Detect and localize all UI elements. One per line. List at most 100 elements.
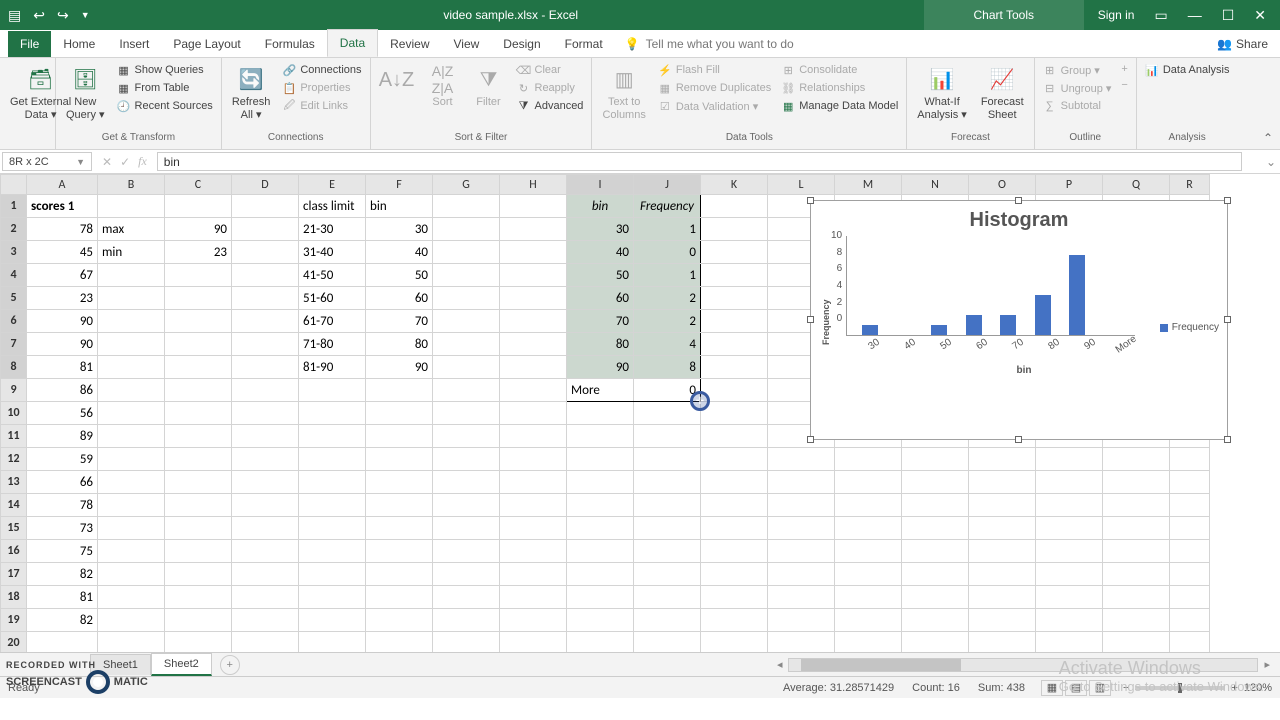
cell-I4[interactable]: 50	[567, 264, 634, 287]
cell-K9[interactable]	[701, 379, 768, 402]
chart-plot-area[interactable]	[846, 236, 1135, 336]
cell-H20[interactable]	[500, 632, 567, 653]
cell-A11[interactable]: 89	[27, 425, 98, 448]
row-header-2[interactable]: 2	[1, 218, 27, 241]
forecast-button[interactable]: 📈Forecast Sheet	[977, 62, 1028, 124]
cell-D15[interactable]	[232, 517, 299, 540]
cell-A3[interactable]: 45	[27, 241, 98, 264]
chart-bar[interactable]	[1000, 315, 1016, 335]
expand-formula-bar-icon[interactable]: ⌄	[1262, 150, 1280, 173]
cell-I17[interactable]	[567, 563, 634, 586]
column-header-R[interactable]: R	[1170, 175, 1210, 195]
cell-C3[interactable]: 23	[165, 241, 232, 264]
cell-A4[interactable]: 67	[27, 264, 98, 287]
cell-I3[interactable]: 40	[567, 241, 634, 264]
row-header-12[interactable]: 12	[1, 448, 27, 471]
cell-E7[interactable]: 71-80	[299, 333, 366, 356]
chevron-down-icon[interactable]: ▼	[76, 157, 85, 167]
cell-B6[interactable]	[98, 310, 165, 333]
column-header-M[interactable]: M	[835, 175, 902, 195]
cell-M19[interactable]	[835, 609, 902, 632]
column-header-P[interactable]: P	[1036, 175, 1103, 195]
tab-page-layout[interactable]: Page Layout	[161, 31, 252, 57]
minimize-icon[interactable]: —	[1188, 7, 1202, 23]
cell-H1[interactable]	[500, 195, 567, 218]
consolidate-button[interactable]: ⊞Consolidate	[779, 62, 900, 78]
cell-O18[interactable]	[969, 586, 1036, 609]
cell-K16[interactable]	[701, 540, 768, 563]
remove-duplicates-button[interactable]: ▦Remove Duplicates	[656, 80, 773, 96]
cell-A13[interactable]: 66	[27, 471, 98, 494]
tell-me-input[interactable]: 💡Tell me what you want to do	[615, 31, 1205, 57]
cell-G17[interactable]	[433, 563, 500, 586]
cell-E3[interactable]: 31-40	[299, 241, 366, 264]
cell-A1[interactable]: scores 1	[27, 195, 98, 218]
cell-A7[interactable]: 90	[27, 333, 98, 356]
cell-P15[interactable]	[1036, 517, 1103, 540]
cell-H18[interactable]	[500, 586, 567, 609]
chart-bar[interactable]	[862, 325, 878, 335]
cell-K14[interactable]	[701, 494, 768, 517]
cell-R20[interactable]	[1170, 632, 1210, 653]
cell-P13[interactable]	[1036, 471, 1103, 494]
cell-A20[interactable]	[27, 632, 98, 653]
cell-K7[interactable]	[701, 333, 768, 356]
cell-C17[interactable]	[165, 563, 232, 586]
cell-P14[interactable]	[1036, 494, 1103, 517]
cell-D11[interactable]	[232, 425, 299, 448]
row-header-20[interactable]: 20	[1, 632, 27, 653]
cell-H7[interactable]	[500, 333, 567, 356]
cell-H15[interactable]	[500, 517, 567, 540]
save-icon[interactable]: ▤	[8, 7, 21, 24]
cell-I7[interactable]: 80	[567, 333, 634, 356]
cell-A17[interactable]: 82	[27, 563, 98, 586]
cell-C6[interactable]	[165, 310, 232, 333]
cell-N13[interactable]	[902, 471, 969, 494]
cell-F19[interactable]	[366, 609, 433, 632]
cell-I19[interactable]	[567, 609, 634, 632]
row-header-15[interactable]: 15	[1, 517, 27, 540]
cell-A2[interactable]: 78	[27, 218, 98, 241]
cell-D14[interactable]	[232, 494, 299, 517]
cell-G13[interactable]	[433, 471, 500, 494]
cell-D20[interactable]	[232, 632, 299, 653]
cell-M18[interactable]	[835, 586, 902, 609]
cell-P12[interactable]	[1036, 448, 1103, 471]
undo-icon[interactable]: ↩	[33, 7, 45, 24]
row-header-17[interactable]: 17	[1, 563, 27, 586]
cell-F13[interactable]	[366, 471, 433, 494]
cell-K3[interactable]	[701, 241, 768, 264]
cell-P18[interactable]	[1036, 586, 1103, 609]
cell-B17[interactable]	[98, 563, 165, 586]
cell-G20[interactable]	[433, 632, 500, 653]
row-header-19[interactable]: 19	[1, 609, 27, 632]
row-header-8[interactable]: 8	[1, 356, 27, 379]
cell-H13[interactable]	[500, 471, 567, 494]
cell-P19[interactable]	[1036, 609, 1103, 632]
cell-H5[interactable]	[500, 287, 567, 310]
cell-G12[interactable]	[433, 448, 500, 471]
cell-F2[interactable]: 30	[366, 218, 433, 241]
x-axis-label[interactable]: bin	[831, 365, 1217, 376]
collapse-ribbon-icon[interactable]: ⌃	[1256, 58, 1280, 149]
cell-K6[interactable]	[701, 310, 768, 333]
cell-G9[interactable]	[433, 379, 500, 402]
cell-C5[interactable]	[165, 287, 232, 310]
cell-G3[interactable]	[433, 241, 500, 264]
row-header-14[interactable]: 14	[1, 494, 27, 517]
cell-O15[interactable]	[969, 517, 1036, 540]
chart-bar[interactable]	[966, 315, 982, 335]
cell-L20[interactable]	[768, 632, 835, 653]
cell-B11[interactable]	[98, 425, 165, 448]
cell-M13[interactable]	[835, 471, 902, 494]
cell-B7[interactable]	[98, 333, 165, 356]
cell-B4[interactable]	[98, 264, 165, 287]
edit-links-button[interactable]: 🖉Edit Links	[280, 98, 363, 114]
cell-P16[interactable]	[1036, 540, 1103, 563]
tab-view[interactable]: View	[442, 31, 492, 57]
cell-K5[interactable]	[701, 287, 768, 310]
cell-M17[interactable]	[835, 563, 902, 586]
cell-F7[interactable]: 80	[366, 333, 433, 356]
tab-design[interactable]: Design	[491, 31, 552, 57]
cell-G11[interactable]	[433, 425, 500, 448]
